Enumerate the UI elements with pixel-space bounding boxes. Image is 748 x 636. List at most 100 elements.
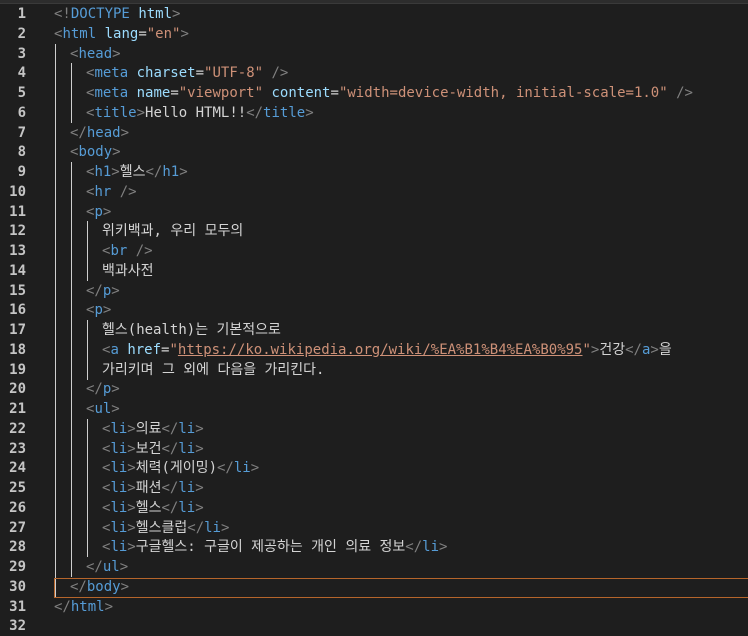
code-line[interactable]: 13 <br /> [0,241,748,261]
line-number: 13 [9,243,26,259]
code-text[interactable]: <li>의료</li> [102,419,204,439]
line-number: 26 [9,499,26,516]
code-line[interactable]: 12 위키백과, 우리 모두의 [0,221,748,242]
code-text[interactable]: 가리키며 그 외에 다음을 가리킨다. [102,360,324,380]
code-line[interactable]: 27 <li>헬스클럽</li> [0,517,748,538]
code-line[interactable]: 1 <!DOCTYPE html> [0,4,748,24]
indent-guide [55,201,56,222]
code-line[interactable]: 15 </p> [0,280,748,301]
token-tag: li [110,460,128,477]
token-p: </ [405,539,423,556]
code-line[interactable]: 10 <hr /> [0,181,748,202]
code-text[interactable]: <meta charset="UTF-8" /> [86,63,288,83]
code-text[interactable]: <ul> [86,399,120,419]
code-text[interactable]: <li>구글헬스: 구글이 제공하는 개인 의료 정보</li> [102,537,447,557]
code-line[interactable]: 32 [0,616,748,636]
code-text[interactable]: <h1>헬스</h1> [86,162,188,182]
code-line[interactable]: 14 백과사전 [0,260,748,281]
code-line[interactable]: 9 <h1>헬스</h1> [0,162,748,182]
code-line[interactable]: 22 <li>의료</li> [0,418,748,439]
indent-guide [87,537,88,558]
token-tag: meta [94,85,129,101]
code-text[interactable]: <p> [86,300,111,320]
code-text[interactable]: <html lang="en"> [54,24,189,44]
code-line[interactable]: 28 <li>구글헬스: 구글이 제공하는 개인 의료 정보</li> [0,537,748,558]
code-line[interactable]: 29 </ul> [0,557,748,577]
token-p: > [127,499,136,516]
code-text[interactable]: 백과사전 [102,261,154,281]
code-line[interactable]: 3 <head> [0,43,748,64]
code-line[interactable]: 21 <ul> [0,399,748,419]
code-line[interactable]: 4 <meta charset="UTF-8" /> [0,63,748,84]
code-text[interactable]: <li>체력(게이밍)</li> [102,458,259,478]
token-p: > [102,302,112,319]
code-line[interactable]: 17 헬스(health)는 기본적으로 [0,320,748,340]
code-line[interactable]: 18 <a href="https://ko.wikipedia.org/wiki… [0,339,748,360]
token-txt: 패션 [135,480,162,496]
code-text[interactable]: <a href="https://ko.wikipedia.org/wiki/%… [102,340,672,360]
indent-guide [55,280,56,301]
indent-guide [87,320,88,340]
token-tag: li [110,440,128,457]
token-txt: 헬스(health)는 기본적으로 [102,322,281,338]
token-str: "width=device-width, initial-scale=1.0" [338,85,668,101]
token-p: /> [271,65,289,82]
indent-guide [71,438,72,459]
code-line[interactable]: 25 <li>패션</li> [0,478,748,498]
code-line[interactable]: 19 가리키며 그 외에 다음을 가리킨다. [0,359,748,380]
code-text[interactable]: <li>패션</li> [102,478,204,498]
code-line[interactable]: 6 <title>Hello HTML!!</title> [0,102,748,123]
code-text[interactable]: <p> [86,202,111,222]
code-text[interactable]: <title>Hello HTML!!</title> [86,103,314,123]
token-tag: li [178,420,196,437]
token-attr: lang [104,25,139,42]
token-p: </ [86,559,103,575]
code-text[interactable]: </html> [54,597,113,617]
line-number: 21 [9,401,26,417]
code-text[interactable]: <head> [70,44,121,64]
code-text[interactable]: 헬스(health)는 기본적으로 [102,320,281,340]
code-text[interactable]: <li>보건</li> [102,439,204,459]
code-text[interactable]: <hr /> [86,182,137,202]
code-text[interactable]: <li>헬스클럽</li> [102,518,229,538]
code-text[interactable]: <li>헬스</li> [102,498,204,518]
token-p: </ [86,282,103,299]
token-txt: 헬스 [135,499,162,516]
code-line[interactable]: 7 </head> [0,122,748,143]
code-line[interactable]: 5 <meta name="viewport" content="width=de… [0,83,748,103]
line-number: 22 [9,420,26,437]
code-text[interactable]: </head> [70,123,129,143]
code-line[interactable]: 20 </p> [0,379,748,400]
code-text[interactable]: <body> [70,142,121,162]
code-text[interactable]: <br /> [102,241,153,261]
token-link[interactable]: https://ko.wikipedia.org/wiki/%EA%B1%B4%… [178,342,583,358]
indent-guide [71,260,72,281]
token-txt: = [330,85,339,101]
code-line[interactable]: 26 <li>헬스</li> [0,497,748,518]
code-line[interactable]: 11 <p> [0,201,748,222]
code-line[interactable]: 24 <li>체력(게이밍)</li> [0,458,748,479]
token-p: </ [187,519,205,536]
code-text[interactable]: </p> [86,379,120,399]
code-line[interactable]: 31 </html> [0,597,748,617]
code-text[interactable]: </p> [86,281,120,301]
token-tag: li [110,420,128,437]
token-tag: title [94,104,137,121]
code-line[interactable]: 23 <li>보건</li> [0,438,748,459]
code-text[interactable]: <meta name="viewport" content="width=dev… [86,83,693,103]
code-text[interactable]: </ul> [86,557,128,577]
token-str: "UTF-8" [204,65,264,82]
indent-guide [55,162,56,182]
token-p: > [250,460,260,477]
token-p: > [195,480,204,496]
token-attr: href [127,341,162,358]
code-text[interactable]: 위키백과, 우리 모두의 [102,221,243,241]
code-editor[interactable]: 1 <!DOCTYPE html> 2 <html lang="en"> 3 <head>… [0,0,748,636]
code-line[interactable]: 16 <p> [0,300,748,321]
code-line[interactable]: 2 <html lang="en"> [0,24,748,44]
token-txt: 가리키며 그 외에 다음을 가리킨다. [102,361,325,378]
code-text[interactable]: <!DOCTYPE html> [54,4,180,24]
code-line[interactable]: 8 <body> [0,142,748,163]
